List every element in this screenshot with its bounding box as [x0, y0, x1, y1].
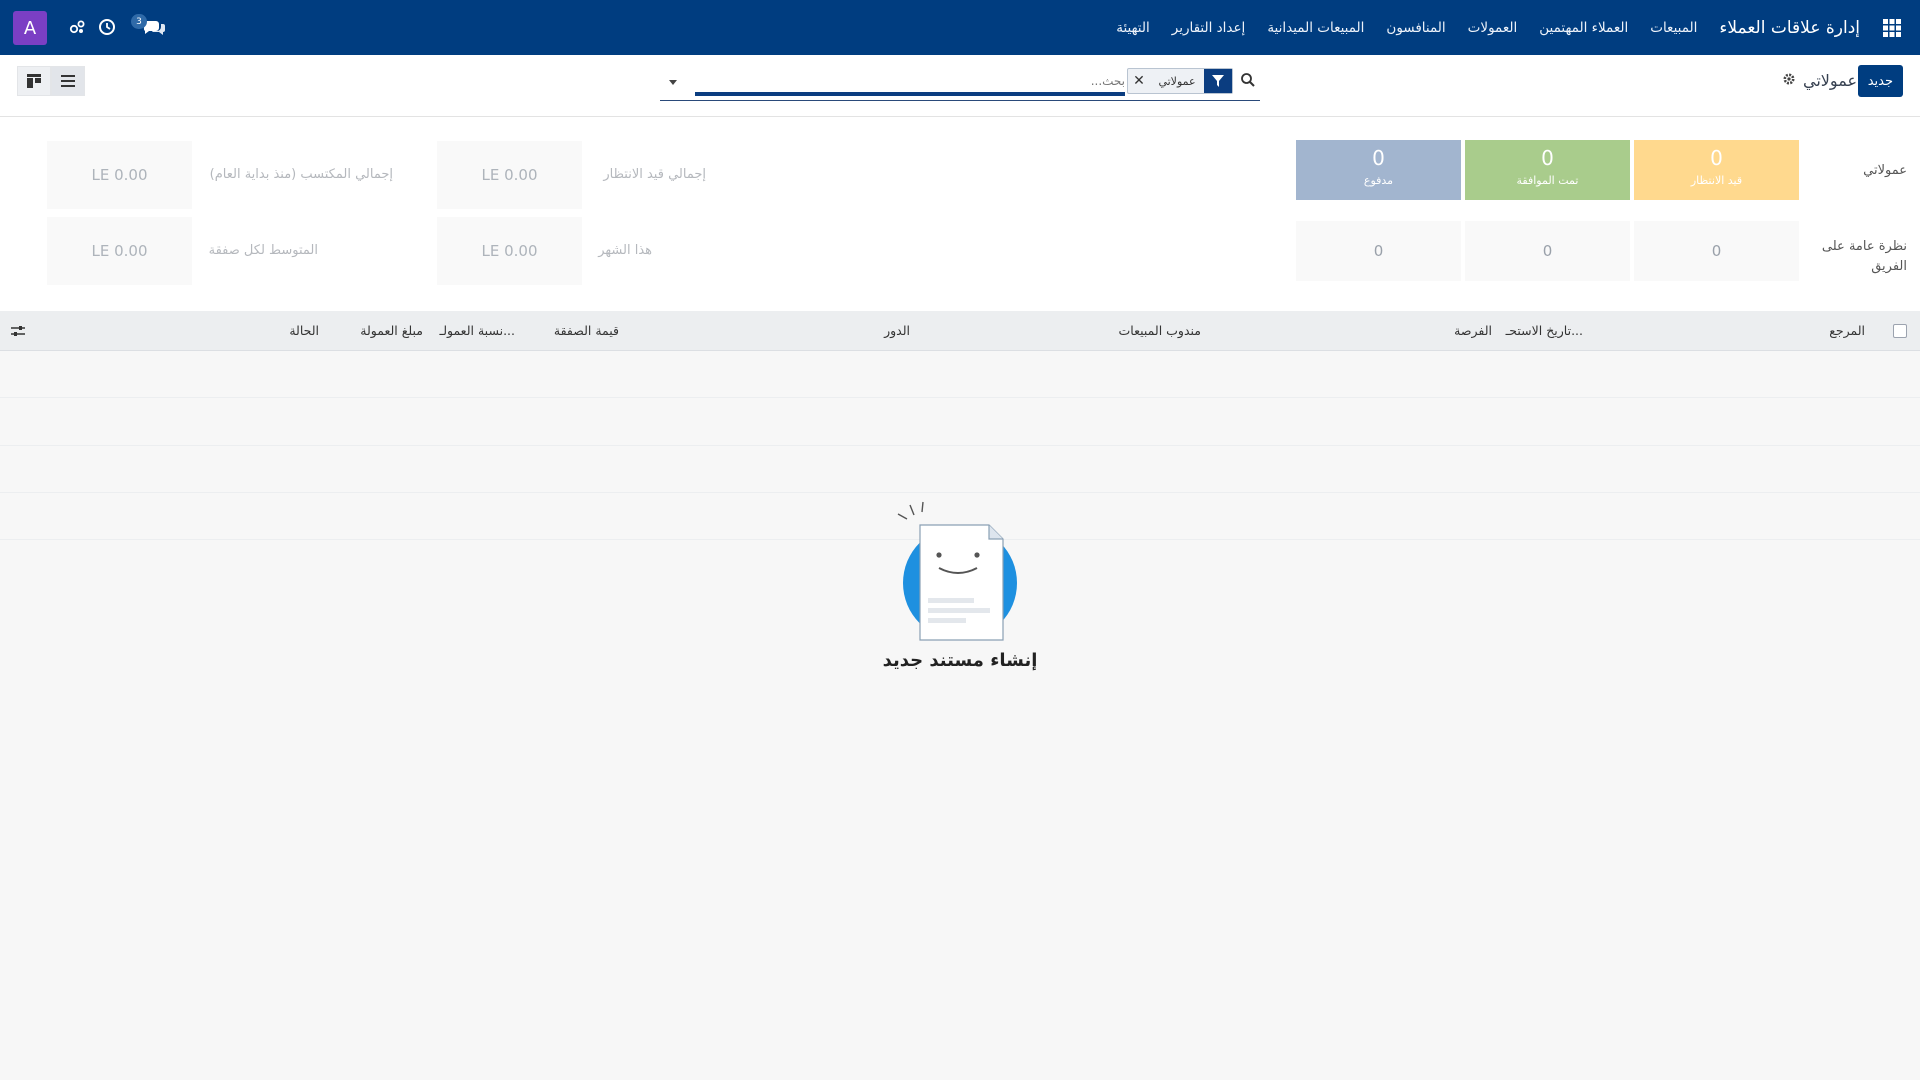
apps-grid-icon[interactable]: [1882, 18, 1902, 38]
search-underline: [695, 92, 1125, 96]
stat-paid-label: مدفوع: [1363, 174, 1394, 187]
my-commissions-label: عمولاتي: [1863, 163, 1907, 178]
app-brand[interactable]: إدارة علاقات العملاء: [1719, 18, 1860, 38]
search-facet: ✕ عمولاتي: [1127, 68, 1233, 94]
column-settings-icon[interactable]: [10, 323, 26, 339]
new-button[interactable]: جديد: [1857, 65, 1903, 97]
col-due-date[interactable]: تاريخ الاستحـ...: [1506, 323, 1583, 338]
menu-configuration[interactable]: التهيئة: [1116, 20, 1150, 36]
menu-field-sales[interactable]: المبيعات الميدانية: [1267, 20, 1364, 36]
team-stat-approved[interactable]: 0: [1465, 221, 1630, 281]
pending-total-value: LE 0.00: [437, 141, 582, 209]
this-month-label: هذا الشهر: [598, 243, 652, 258]
kanban-view-button[interactable]: [17, 66, 51, 96]
team-stat-pending[interactable]: 0: [1634, 221, 1799, 281]
gear-icon[interactable]: [1782, 72, 1798, 88]
menu-competitors[interactable]: المنافسون: [1386, 20, 1445, 36]
facet-remove-button[interactable]: ✕: [1128, 69, 1150, 93]
stat-paid-value: 0: [1372, 146, 1385, 170]
col-commission-rate[interactable]: نسبة العمولـ...: [440, 323, 515, 338]
filter-icon: [1204, 69, 1232, 93]
list-icon: [61, 75, 75, 87]
team-overview-label: نظرة عامة على الفريق: [1821, 239, 1907, 274]
stat-approved-value: 0: [1541, 146, 1554, 170]
search-input[interactable]: [695, 69, 1125, 93]
menu-leads[interactable]: العملاء المهتمين: [1539, 20, 1628, 36]
col-deal-value[interactable]: قيمة الصفقة: [554, 323, 619, 338]
menu-sales[interactable]: المبيعات: [1650, 20, 1697, 36]
col-salesperson[interactable]: مندوب المبيعات: [1119, 323, 1201, 338]
kanban-icon: [27, 74, 41, 88]
avg-deal-value: LE 0.00: [47, 217, 192, 285]
commission-dashboard: عمولاتي نظرة عامة على الفريق 0 قيد الانت…: [0, 117, 1920, 311]
chat-count-badge: 3: [131, 14, 147, 29]
col-status[interactable]: الحالة: [289, 323, 319, 338]
col-reference[interactable]: المرجع: [1829, 323, 1865, 338]
stat-approved[interactable]: 0 تمت الموافقة: [1465, 140, 1630, 200]
top-navbar: A 3 إدارة علاقات العملاء المبيعات العملا…: [0, 0, 1920, 55]
pending-total-label: إجمالي قيد الانتظار: [603, 167, 706, 182]
new-document-illustration: [897, 501, 1017, 641]
empty-row-divider: [0, 397, 1920, 398]
empty-row-divider: [0, 492, 1920, 493]
user-avatar[interactable]: A: [13, 11, 47, 45]
clock-icon[interactable]: [96, 16, 118, 38]
col-opportunity[interactable]: الفرصة: [1454, 323, 1492, 338]
search-bar: ✕ عمولاتي: [660, 65, 1260, 101]
control-panel: ✕ عمولاتي عمولاتي جديد: [0, 55, 1920, 117]
empty-row-divider: [0, 445, 1920, 446]
col-commission-amount[interactable]: مبلغ العمولة: [360, 323, 423, 338]
stat-pending-value: 0: [1710, 146, 1723, 170]
stat-approved-label: تمت الموافقة: [1516, 174, 1579, 187]
stat-paid[interactable]: 0 مدفوع: [1296, 140, 1461, 200]
stat-pending[interactable]: 0 قيد الانتظار: [1634, 140, 1799, 200]
col-role[interactable]: الدور: [884, 323, 910, 338]
empty-state-title: إنشاء مستند جديد: [882, 650, 1038, 671]
earned-total-label: إجمالي المكتسب (منذ بداية العام): [209, 167, 393, 182]
this-month-value: LE 0.00: [437, 217, 582, 285]
search-icon[interactable]: [1240, 72, 1256, 88]
caret-down-icon: [669, 80, 677, 85]
facet-label: عمولاتي: [1158, 74, 1196, 88]
avg-deal-label: المتوسط لكل صفقة: [208, 243, 318, 258]
menu-reporting[interactable]: إعداد التقارير: [1172, 20, 1246, 36]
earned-total-value: LE 0.00: [47, 141, 192, 209]
list-view-button[interactable]: [51, 66, 85, 96]
table-header: المرجع تاريخ الاستحـ... الفرصة مندوب الم…: [0, 311, 1920, 351]
menu-commissions[interactable]: العمولات: [1468, 20, 1518, 36]
team-stat-paid[interactable]: 0: [1296, 221, 1461, 281]
activity-icon[interactable]: [66, 16, 88, 38]
main-menu: إدارة علاقات العملاء المبيعات العملاء ال…: [1094, 0, 1860, 55]
search-options-toggle[interactable]: [666, 76, 680, 88]
page-title: عمولاتي: [1803, 71, 1857, 90]
select-all-checkbox[interactable]: [1893, 324, 1907, 338]
stat-pending-label: قيد الانتظار: [1690, 174, 1743, 187]
